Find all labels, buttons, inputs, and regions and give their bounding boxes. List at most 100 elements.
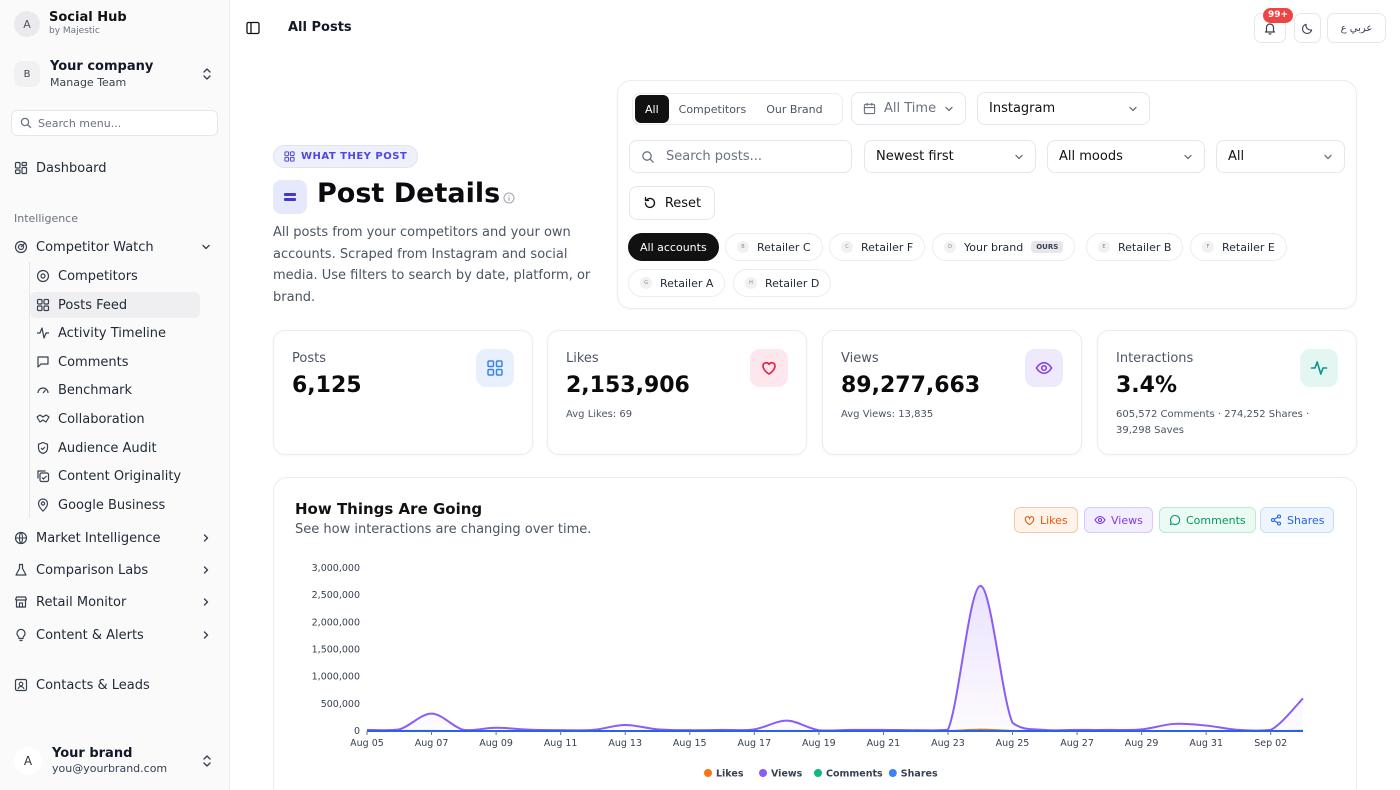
x-tick-label: Aug 25: [996, 738, 1030, 749]
source-segmented-control: All Competitors Our Brand: [632, 93, 843, 125]
sort-select[interactable]: Newest first: [864, 140, 1036, 173]
chevron-down-icon: [945, 106, 953, 112]
sidebar-item-competitor-watch[interactable]: Competitor Watch: [14, 233, 216, 261]
posts-search-placeholder: Search posts...: [666, 149, 763, 164]
chevron-right-icon: [203, 534, 209, 542]
sidebar-item-label: Market Intelligence: [36, 530, 161, 546]
globe-icon: [14, 531, 28, 545]
sidebar-item-label: Comments: [58, 354, 129, 370]
y-tick-label: 2,000,000: [312, 617, 360, 628]
account-initial: H: [745, 277, 757, 289]
reset-icon: [644, 196, 655, 209]
segment-our-brand[interactable]: Our Brand: [756, 95, 832, 123]
sidebar-item-audience-audit[interactable]: Audience Audit: [30, 435, 200, 461]
sidebar-item-contacts-leads[interactable]: Contacts & Leads: [14, 671, 216, 699]
time-range-select[interactable]: All Time: [851, 92, 966, 125]
y-tick-label: 500,000: [321, 699, 360, 710]
account-chip-label: Retailer D: [765, 276, 820, 290]
time-range-value: All Time: [884, 101, 937, 116]
segment-competitors[interactable]: Competitors: [669, 95, 757, 123]
legend-marker: [759, 769, 767, 777]
sidebar-toggle-icon[interactable]: [246, 21, 260, 35]
account-chip[interactable]: B Retailer C: [725, 233, 823, 261]
activity-icon: [37, 327, 49, 339]
info-icon[interactable]: [503, 192, 515, 204]
toggle-shares[interactable]: Shares: [1260, 507, 1335, 533]
sidebar-item-posts-feed[interactable]: Posts Feed: [30, 292, 200, 318]
kpi-card-posts: Posts 6,125: [273, 330, 533, 455]
sidebar-item-content-originality[interactable]: Content Originality: [30, 463, 200, 489]
account-chip[interactable]: C Retailer F: [829, 233, 926, 261]
section-tag: WHAT THEY POST: [273, 145, 419, 168]
share-icon: [1270, 514, 1282, 526]
company-name: Your company: [50, 58, 154, 74]
sidebar-item-label: Benchmark: [58, 382, 133, 398]
type-select[interactable]: All: [1216, 140, 1345, 173]
sidebar-item-label: Contacts & Leads: [36, 677, 150, 693]
sidebar-item-label: Competitor Watch: [36, 239, 154, 255]
sidebar-item-comparison-labs[interactable]: Comparison Labs: [14, 556, 216, 584]
account-initial: E: [1098, 241, 1110, 253]
account-chip[interactable]: G Retailer A: [628, 269, 726, 297]
sidebar-item-collaboration[interactable]: Collaboration: [30, 406, 200, 432]
chevron-down-icon: [1184, 154, 1192, 160]
eye-icon: [1094, 515, 1106, 525]
sidebar-item-google-business[interactable]: Google Business: [30, 492, 200, 518]
account-chip-label: Retailer E: [1222, 240, 1275, 254]
account-chip-all[interactable]: All accounts: [628, 233, 719, 261]
sidebar-item-competitors[interactable]: Competitors: [30, 263, 200, 289]
language-toggle-button[interactable]: عربي ع: [1327, 13, 1386, 43]
app-brand[interactable]: A Social Hub by Majestic: [14, 11, 127, 37]
sidebar-item-comments[interactable]: Comments: [30, 349, 200, 375]
kpi-label: Posts: [292, 351, 326, 366]
account-chip[interactable]: F Retailer E: [1190, 233, 1287, 261]
x-tick-label: Aug 15: [673, 738, 707, 749]
segment-all[interactable]: All: [635, 95, 669, 123]
company-avatar: B: [14, 61, 40, 87]
sidebar-item-dashboard[interactable]: Dashboard: [14, 154, 216, 182]
sidebar-item-label: Activity Timeline: [58, 325, 167, 341]
search-icon: [20, 117, 32, 129]
toggle-label: Likes: [1040, 513, 1068, 527]
chevron-down-icon: [1324, 154, 1332, 160]
account-chip[interactable]: E Retailer B: [1086, 233, 1184, 261]
eye-icon: [1025, 349, 1063, 387]
kpi-value: 3.4%: [1116, 373, 1178, 398]
interactions-area-chart[interactable]: 0 500,000 1,000,000 1,500,000 2,000,000 2,500…: [295, 555, 1325, 787]
posts-search-input[interactable]: Search posts...: [629, 140, 852, 173]
moon-icon: [1301, 23, 1313, 34]
legend-marker: [814, 769, 822, 777]
account-chip[interactable]: D Your brand OURS: [932, 233, 1076, 261]
reset-button[interactable]: Reset: [629, 186, 715, 220]
sidebar-item-market-intelligence[interactable]: Market Intelligence: [14, 524, 216, 552]
company-switcher[interactable]: B Your company Manage Team: [14, 56, 218, 92]
account-chip[interactable]: H Retailer D: [733, 269, 832, 297]
user-name: Your brand: [52, 746, 133, 761]
toggle-likes[interactable]: Likes: [1014, 507, 1078, 533]
y-tick-label: 1,000,000: [312, 672, 360, 683]
sidebar-item-content-alerts[interactable]: Content & Alerts: [14, 621, 216, 649]
sidebar-item-activity-timeline[interactable]: Activity Timeline: [30, 320, 200, 346]
platform-select[interactable]: Instagram: [977, 92, 1150, 125]
toggle-comments[interactable]: Comments: [1159, 507, 1256, 533]
mood-select[interactable]: All moods: [1047, 140, 1205, 173]
user-menu[interactable]: A Your brand you@yourbrand.com: [14, 742, 218, 780]
x-tick-label: Aug 05: [350, 738, 384, 749]
kpi-card-views: Views 89,277,663 Avg Views: 13,835: [822, 330, 1082, 455]
chart-title: How Things Are Going: [295, 500, 483, 518]
flask-icon: [15, 563, 27, 576]
sidebar-item-label: Content Originality: [58, 468, 182, 484]
sidebar-search-input[interactable]: Search menu...: [11, 110, 218, 136]
sidebar-search-placeholder: Search menu...: [38, 116, 122, 130]
map-pin-icon: [37, 498, 49, 512]
sidebar-item-benchmark[interactable]: Benchmark: [30, 377, 200, 403]
mood-value: All moods: [1059, 149, 1123, 164]
legend-label: Shares: [901, 769, 938, 780]
theme-toggle-button[interactable]: [1294, 13, 1321, 43]
sidebar-item-retail-monitor[interactable]: Retail Monitor: [14, 588, 216, 616]
toggle-views[interactable]: Views: [1084, 507, 1153, 533]
account-chip-label: Retailer B: [1118, 240, 1172, 254]
sidebar-item-label: Collaboration: [58, 411, 145, 427]
x-tick-label: Aug 27: [1060, 738, 1094, 749]
legend-label: Likes: [716, 769, 744, 780]
